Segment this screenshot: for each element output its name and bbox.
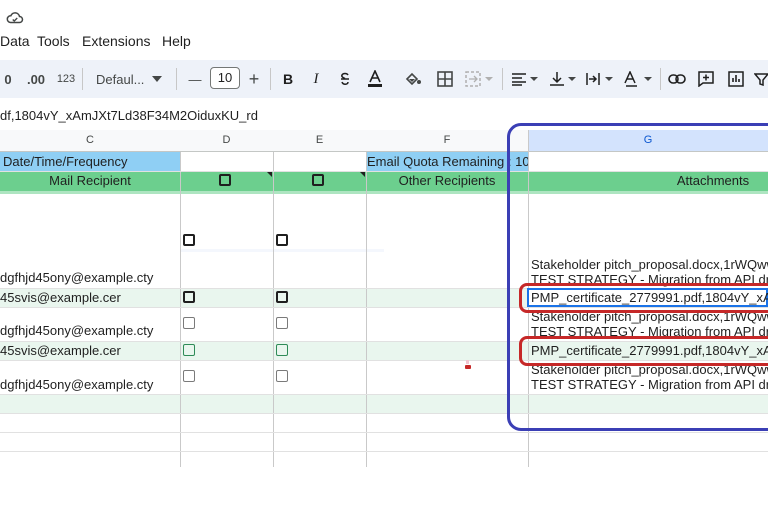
bold-button[interactable]: B [278,60,298,98]
cloud-saved-icon[interactable] [6,11,24,25]
insert-link-button[interactable] [666,60,688,98]
row-checkbox-d[interactable] [183,291,195,303]
header-checkbox-e[interactable] [312,174,324,186]
horizontal-align-button[interactable] [509,60,541,98]
menu-extensions[interactable]: Extensions [82,33,150,51]
formula-bar-value[interactable]: df,1804vY_xAmJXt7Ld38F34M2OiduxKU_rd [0,108,258,123]
row-checkbox-e[interactable] [276,234,288,246]
text-wrap-icon [586,73,613,85]
increase-decimal-button[interactable]: .00 [24,60,48,98]
strikethrough-button[interactable] [334,60,356,98]
row-checkbox-e[interactable] [276,370,288,382]
text-wrapping-button[interactable] [584,60,616,98]
borders-button[interactable] [434,60,456,98]
bold-label: B [282,71,294,87]
font-family-value: Defaul... [96,71,145,87]
header-date-time-frequency[interactable]: Date/Time/Frequency [0,152,180,171]
fill-color-button[interactable] [402,60,424,98]
text-rotation-button[interactable] [621,60,655,98]
mail-recipient-cell[interactable]: dgfhjd45ony@example.cty [0,323,180,338]
minus-label: — [188,71,202,87]
filter-button[interactable] [754,60,768,98]
more-formats-button[interactable]: 123 [54,60,78,98]
menu-data[interactable]: Data [0,33,30,51]
vertical-align-bottom-icon [550,72,576,86]
grid-line [0,432,768,433]
row-checkbox-d[interactable] [183,370,195,382]
font-family-select[interactable]: Defaul... [96,60,168,98]
header-email-quota[interactable]: Email Quota Remaining : 100 [366,152,528,171]
italic-button[interactable]: I [306,60,326,98]
borders-icon [437,71,453,87]
blue-highlight-annotation [507,123,768,431]
row-checkbox-d[interactable] [183,344,195,356]
toolbar-separator [176,68,177,90]
toolbar-separator [502,68,503,90]
menu-help[interactable]: Help [162,33,191,51]
increase-font-size-button[interactable]: + [244,60,264,98]
decrease-decimal-button[interactable]: 0 [0,60,16,98]
header-other-recipients[interactable]: Other Recipients [366,171,528,191]
grid-line [180,152,181,467]
strikethrough-icon [341,72,349,85]
increase-decimal-label: .00 [26,71,46,87]
align-left-icon [512,73,538,86]
text-rotation-icon [624,71,652,87]
decrease-font-size-button[interactable]: — [185,60,205,98]
mail-recipient-cell[interactable]: dgfhjd45ony@example.cty [0,270,180,285]
row-checkbox-e[interactable] [276,344,288,356]
column-header-e[interactable]: E [273,130,366,152]
mail-recipient-cell[interactable]: 45svis@example.cer [0,343,180,358]
font-size-input[interactable]: 10 [210,67,240,89]
plus-label: + [248,68,260,89]
merge-cells-button[interactable] [462,60,498,98]
vertical-align-button[interactable] [547,60,579,98]
toolbar-separator [660,68,661,90]
menu-tools[interactable]: Tools [37,33,70,51]
text-color-button[interactable] [364,60,386,98]
toolbar-separator [82,68,83,90]
insert-comment-button[interactable] [695,60,717,98]
row-checkbox-d[interactable] [183,234,195,246]
grid-line [0,451,768,452]
chart-icon [728,71,744,87]
filter-icon [754,73,768,86]
comment-plus-icon [698,71,714,87]
link-icon [668,74,686,84]
column-header-f[interactable]: F [366,130,528,152]
column-header-c[interactable]: C [0,130,180,152]
toolbar: 0 .00 123 Defaul... — + B I [0,60,768,98]
column-header-d[interactable]: D [180,130,273,152]
header-checkbox-d[interactable] [219,174,231,186]
red-mark [465,365,471,369]
row-checkbox-d[interactable] [183,317,195,329]
row-checkbox-e[interactable] [276,317,288,329]
cell-selection-trace [180,249,384,252]
header-mail-recipient[interactable]: Mail Recipient [0,171,180,191]
pink-mark [466,360,469,364]
text-color-icon [368,70,382,87]
mail-recipient-cell[interactable]: 45svis@example.cer [0,290,180,305]
decrease-decimal-label: 0 [4,71,12,87]
grid-line [273,152,274,467]
paint-bucket-icon [405,72,421,86]
italic-label: I [313,70,319,87]
insert-chart-button[interactable] [725,60,747,98]
row-checkbox-e[interactable] [276,291,288,303]
mail-recipient-cell[interactable]: dgfhjd45ony@example.cty [0,377,180,392]
toolbar-separator [270,68,271,90]
dropdown-arrow-icon [152,76,163,82]
merge-cells-icon [465,71,493,87]
grid-line [366,152,367,467]
more-formats-label: 123 [56,73,76,85]
